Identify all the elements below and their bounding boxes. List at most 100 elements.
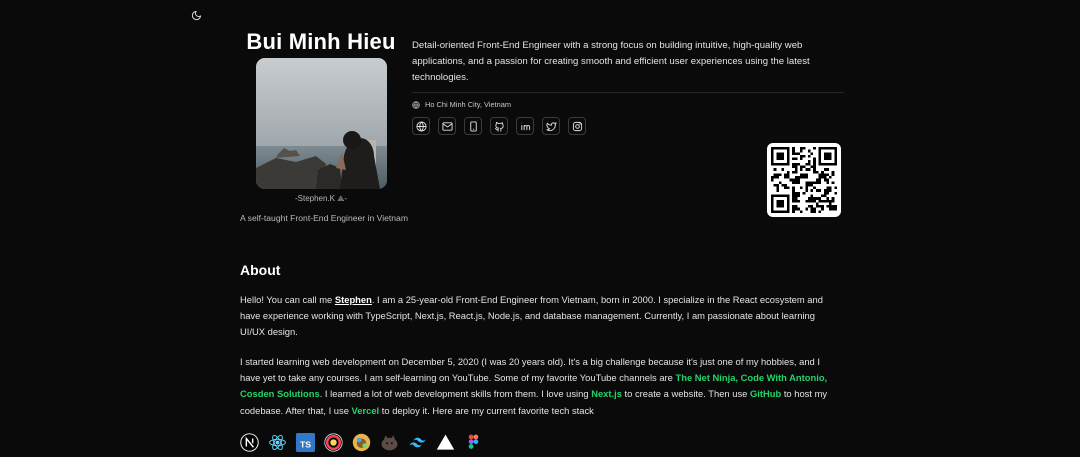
qr-module xyxy=(771,205,774,208)
tool-link-github[interactable]: GitHub xyxy=(750,388,781,399)
qr-module xyxy=(805,186,808,190)
qr-module xyxy=(834,157,837,161)
globe-icon xyxy=(412,100,420,109)
qr-module xyxy=(800,154,803,158)
qr-module xyxy=(781,162,785,166)
qr-module xyxy=(792,186,795,190)
qr-module xyxy=(834,160,837,163)
phone-button[interactable] xyxy=(464,117,482,135)
qr-module xyxy=(800,149,803,153)
zustand-icon xyxy=(352,433,371,452)
qr-module xyxy=(813,157,816,161)
qr-module xyxy=(771,178,774,182)
channel-link-code-with-antonio[interactable]: Code With Antonio xyxy=(741,372,825,383)
qr-module xyxy=(826,178,830,182)
qr-module xyxy=(784,210,787,213)
qr-module xyxy=(781,210,785,213)
profile-tagline: A self-taught Front-End Engineer in Viet… xyxy=(240,213,408,223)
qr-module xyxy=(794,162,798,166)
qr-module xyxy=(834,162,837,166)
typescript-icon: TS xyxy=(296,433,315,452)
qr-module xyxy=(792,162,795,166)
qr-module xyxy=(813,147,816,150)
qr-module xyxy=(810,205,814,208)
qr-module xyxy=(815,170,819,174)
qr-module xyxy=(776,183,779,187)
qr-module xyxy=(794,205,798,208)
qr-module xyxy=(792,189,795,192)
qr-module xyxy=(831,170,835,174)
qr-module xyxy=(829,157,832,161)
qr-code xyxy=(767,143,841,217)
location-text: Ho Chi Minh City, Vietnam xyxy=(425,100,511,109)
qr-module xyxy=(776,157,779,161)
qr-module xyxy=(813,197,816,200)
qr-module xyxy=(771,199,774,203)
qr-module xyxy=(792,149,795,153)
qr-module xyxy=(786,199,790,203)
qr-module xyxy=(773,183,777,187)
tool-link-vercel[interactable]: Vercel xyxy=(352,405,380,416)
qr-module xyxy=(776,186,779,190)
instagram-button[interactable] xyxy=(568,117,586,135)
qr-module xyxy=(771,197,774,200)
qr-module xyxy=(805,168,808,171)
qr-module xyxy=(810,181,814,184)
qr-module xyxy=(810,189,814,192)
qr-module xyxy=(821,205,824,208)
qr-module xyxy=(831,147,835,150)
channel-link-cosden-solutions[interactable]: Cosden Solutions xyxy=(240,388,320,399)
divider xyxy=(412,92,844,93)
qr-module xyxy=(829,186,832,190)
qr-module xyxy=(834,207,837,211)
qr-module xyxy=(773,162,777,166)
qr-module xyxy=(826,197,830,200)
qr-module xyxy=(826,173,830,177)
qr-module xyxy=(778,154,782,158)
qr-module xyxy=(794,197,798,200)
tool-link-nextjs[interactable]: Next.js xyxy=(591,388,622,399)
qr-module xyxy=(797,181,801,184)
qr-module xyxy=(818,181,822,184)
svg-text:TS: TS xyxy=(300,439,311,449)
qr-module xyxy=(786,186,790,190)
qr-module xyxy=(784,147,787,150)
qr-module xyxy=(813,162,816,166)
qr-module xyxy=(771,149,774,153)
qr-module xyxy=(771,194,774,198)
qr-module xyxy=(800,147,803,150)
website-button[interactable] xyxy=(412,117,430,135)
qr-module xyxy=(776,162,779,166)
qr-module xyxy=(815,202,819,206)
linkedin-button[interactable] xyxy=(516,117,534,135)
qr-module xyxy=(813,207,816,211)
qr-module xyxy=(794,191,798,195)
qr-module xyxy=(797,199,801,203)
qr-module xyxy=(807,183,811,187)
twitter-button[interactable] xyxy=(542,117,560,135)
qr-module xyxy=(800,210,803,213)
qr-module xyxy=(778,194,782,198)
qr-module xyxy=(773,168,777,171)
qr-module xyxy=(829,152,832,155)
qr-module xyxy=(792,210,795,213)
nickname-link[interactable]: Stephen xyxy=(335,294,372,305)
qr-module xyxy=(826,189,830,192)
channel-link-net-ninja[interactable]: The Net Ninja xyxy=(676,372,736,383)
qr-module xyxy=(807,199,811,203)
email-button[interactable] xyxy=(438,117,456,135)
qr-module xyxy=(805,207,808,211)
bun-icon xyxy=(380,433,399,452)
qr-module xyxy=(786,147,790,150)
qr-module xyxy=(834,191,837,195)
qr-module xyxy=(834,147,837,150)
qr-module xyxy=(823,152,827,155)
qr-module xyxy=(776,210,779,213)
qr-module xyxy=(794,152,798,155)
github-button[interactable] xyxy=(490,117,508,135)
qr-module xyxy=(776,202,779,206)
qr-module xyxy=(807,154,811,158)
qr-module xyxy=(781,147,785,150)
qr-module xyxy=(805,181,808,184)
theme-toggle-button[interactable] xyxy=(188,7,204,23)
